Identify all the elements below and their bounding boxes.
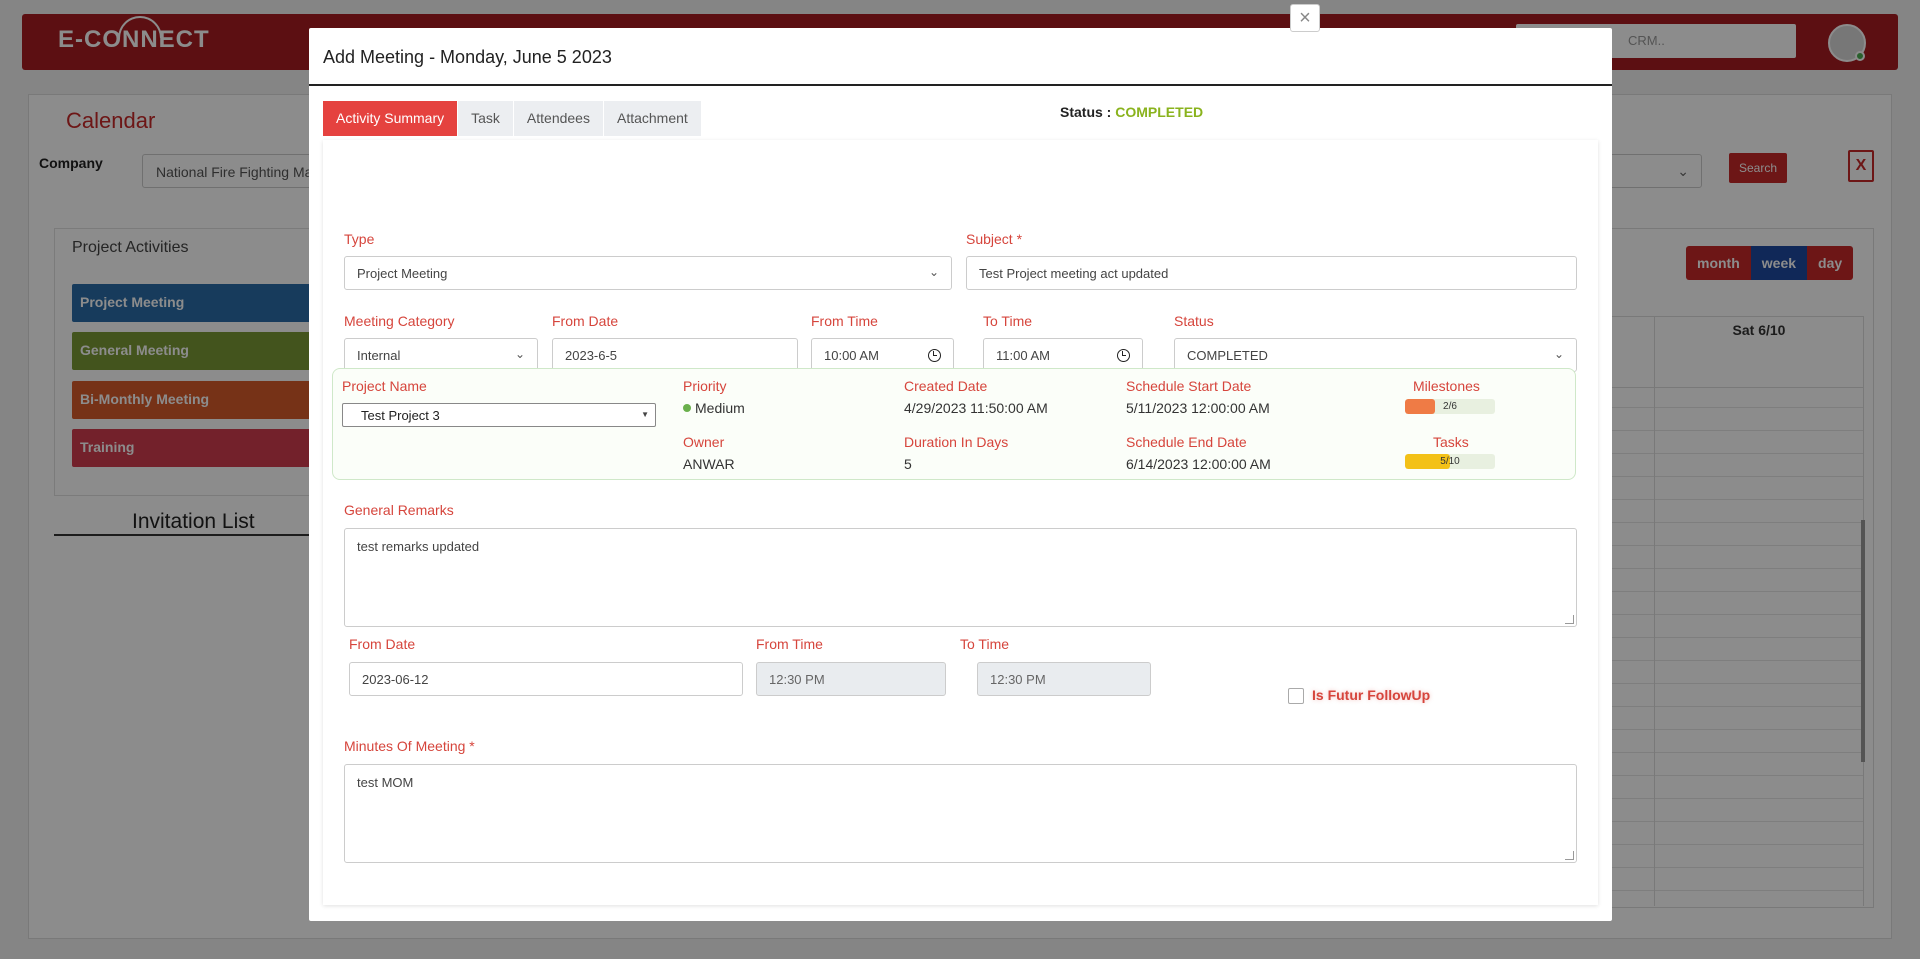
chevron-down-icon: ⌄ (1553, 347, 1564, 361)
project-info-box: Project Name Test Project 3 ▼ Priority M… (332, 368, 1576, 480)
priority-text: Medium (695, 400, 745, 416)
owner-value: ANWAR (683, 456, 735, 472)
future-followup-label[interactable]: Is Futur FollowUp (1312, 687, 1430, 703)
to-time-label: To Time (983, 313, 1033, 329)
from-time-input[interactable]: 10:00 AM (811, 338, 954, 372)
tasks-progress-text: 5/10 (1440, 456, 1460, 467)
modal-header: Add Meeting - Monday, June 5 2023 (309, 28, 1612, 86)
tab-activity-summary[interactable]: Activity Summary (323, 101, 458, 136)
meeting-status-label: Status (1060, 104, 1103, 120)
type-select[interactable]: Project Meeting ⌄ (344, 256, 952, 290)
subject-label: Subject * (966, 231, 1023, 247)
type-select-value: Project Meeting (357, 266, 448, 281)
from-date-label: From Date (552, 313, 619, 329)
meeting-status: Status : COMPLETED (1060, 104, 1203, 120)
status-label: Status (1174, 313, 1214, 329)
type-label: Type (344, 231, 375, 247)
meeting-status-separator: : (1102, 104, 1116, 120)
minutes-of-meeting-label: Minutes Of Meeting * (344, 738, 475, 754)
milestones-label: Milestones (1413, 378, 1480, 394)
clock-icon[interactable] (1117, 349, 1130, 362)
tab-attendees[interactable]: Attendees (513, 101, 603, 136)
duration-value: 5 (904, 456, 912, 472)
general-remarks-label: General Remarks (344, 502, 454, 518)
meeting-category-select[interactable]: Internal ⌄ (344, 338, 538, 372)
future-followup-checkbox[interactable] (1288, 688, 1304, 704)
duration-label: Duration In Days (904, 434, 1009, 450)
to-time-value: 11:00 AM (996, 348, 1050, 363)
clock-icon[interactable] (928, 349, 941, 362)
modal-title: Add Meeting - Monday, June 5 2023 (323, 47, 612, 67)
meeting-category-value: Internal (357, 348, 401, 363)
from-time-label: From Time (811, 313, 878, 329)
schedule-end-label: Schedule End Date (1126, 434, 1247, 450)
priority-label: Priority (683, 378, 727, 394)
close-modal-button[interactable]: × (1290, 4, 1320, 32)
milestones-progress-text: 2/6 (1443, 401, 1457, 412)
caret-down-icon: ▼ (641, 410, 649, 419)
followup-to-time-input[interactable]: 12:30 PM (977, 662, 1151, 696)
general-remarks-textarea[interactable]: test remarks updated (344, 528, 1577, 627)
subject-input[interactable]: Test Project meeting act updated (966, 256, 1577, 290)
followup-from-time-input[interactable]: 12:30 PM (756, 662, 946, 696)
status-select-value: COMPLETED (1187, 348, 1268, 363)
tab-task[interactable]: Task (458, 101, 513, 136)
project-name-value: Test Project 3 (361, 408, 440, 423)
tab-attachment[interactable]: Attachment (603, 101, 701, 136)
created-date-label: Created Date (904, 378, 988, 394)
meeting-status-value: COMPLETED (1115, 104, 1204, 120)
project-name-label: Project Name (342, 378, 427, 394)
to-time-input[interactable]: 11:00 AM (983, 338, 1143, 372)
add-meeting-modal: Add Meeting - Monday, June 5 2023 Activi… (309, 28, 1612, 921)
meeting-category-label: Meeting Category (344, 313, 455, 329)
from-time-value: 10:00 AM (824, 348, 879, 363)
schedule-start-value: 5/11/2023 12:00:00 AM (1126, 400, 1270, 416)
tasks-label: Tasks (1433, 434, 1469, 450)
followup-from-time-label: From Time (756, 636, 823, 652)
chevron-down-icon: ⌄ (514, 347, 525, 361)
minutes-of-meeting-textarea[interactable]: test MOM (344, 764, 1577, 863)
chevron-down-icon: ⌄ (928, 265, 939, 279)
priority-dot-icon (683, 404, 691, 412)
schedule-start-label: Schedule Start Date (1126, 378, 1252, 394)
status-select[interactable]: COMPLETED ⌄ (1174, 338, 1577, 372)
followup-from-date-label: From Date (349, 636, 416, 652)
followup-from-date-input[interactable]: 2023-06-12 (349, 662, 743, 696)
followup-to-time-label: To Time (960, 636, 1010, 652)
milestones-progress: 2/6 (1405, 399, 1495, 414)
priority-value: Medium (683, 400, 745, 416)
modal-tabs: Activity Summary Task Attendees Attachme… (323, 101, 702, 136)
tasks-progress: 5/10 (1405, 454, 1495, 469)
schedule-end-value: 6/14/2023 12:00:00 AM (1126, 456, 1271, 472)
created-date-value: 4/29/2023 11:50:00 AM (904, 400, 1048, 416)
owner-label: Owner (683, 434, 725, 450)
project-name-select[interactable]: Test Project 3 ▼ (342, 403, 656, 427)
from-date-input[interactable]: 2023-6-5 (552, 338, 798, 372)
